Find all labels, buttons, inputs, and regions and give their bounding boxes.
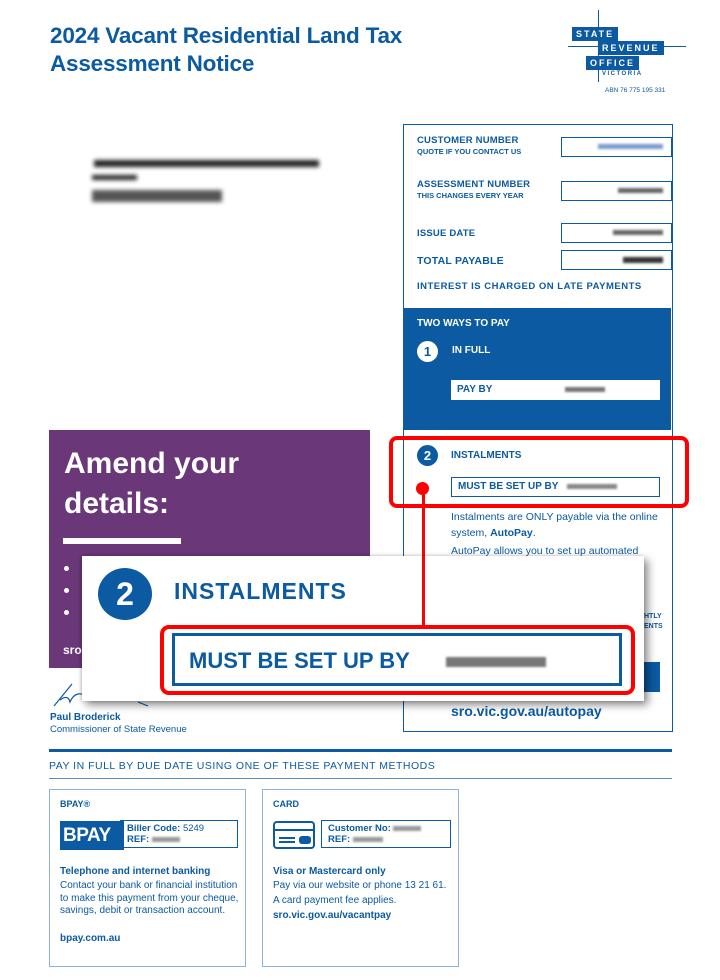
autopay-term: AutoPay	[490, 527, 533, 539]
biller-code-label: Biller Code:	[127, 823, 181, 834]
hidden-caps-1: HTLY	[644, 613, 662, 620]
inst-text-end: .	[532, 527, 536, 539]
heading-underline	[49, 778, 672, 779]
pay-by-label: PAY BY	[457, 384, 493, 395]
partially-hidden-note: HTLY ENTS	[644, 612, 663, 632]
instalments-description: Instalments are ONLY payable via the onl…	[451, 509, 666, 559]
title-line-1: 2024 Vacant Residential Land Tax	[50, 23, 403, 48]
callout-instalments-label: INSTALMENTS	[174, 578, 347, 604]
card-fee-note: A card payment fee applies.	[273, 895, 397, 906]
total-payable-value	[561, 250, 672, 270]
bpay-logo-icon: BPAY	[60, 821, 124, 850]
pay-by-box: PAY BY	[451, 380, 660, 400]
option-1-badge: 1	[417, 341, 438, 362]
bpay-reference-box: Biller Code: 5249 REF:	[120, 820, 238, 848]
instalments-zoom-callout: 2 INSTALMENTS MUST BE SET UP BY	[82, 556, 644, 701]
card-method-card: CARD Customer No: REF: Visa or Mastercar…	[262, 789, 459, 967]
card-payment-link[interactable]: sro.vic.gov.au/vacantpay	[273, 910, 391, 921]
bpay-ref-redacted	[151, 836, 180, 842]
bullet-dot	[64, 588, 69, 593]
assessment-number-value	[561, 181, 672, 201]
bpay-method-card: BPAY® BPAY Biller Code: 5249 REF: Teleph…	[49, 789, 246, 967]
hidden-caps-2: ENTS	[644, 623, 663, 630]
bpay-instructions: Contact your bank or financial instituti…	[60, 880, 239, 916]
credit-card-icon	[273, 821, 315, 849]
card-ref-redacted	[352, 836, 383, 842]
callout-connector-dot	[416, 482, 429, 495]
amend-heading-2: details:	[64, 487, 170, 520]
two-ways-to-pay-panel: TWO WAYS TO PAY 1 IN FULL PAY BY	[404, 308, 671, 430]
amend-divider	[63, 538, 181, 544]
recipient-address-redacted	[92, 155, 332, 217]
callout-date-redacted	[445, 657, 546, 668]
commissioner-name: Paul Broderick	[50, 712, 121, 723]
issue-date-value	[561, 223, 672, 243]
biller-code-value: 5249	[182, 823, 205, 834]
pay-by-date-redacted	[565, 386, 605, 392]
amend-heading: Amend your details:	[64, 444, 239, 524]
bullet-dot	[64, 566, 69, 571]
payment-methods-heading: PAY IN FULL BY DUE DATE USING ONE OF THE…	[49, 760, 436, 772]
issue-date-row: ISSUE DATE	[417, 223, 672, 243]
bpay-title: BPAY®	[60, 799, 91, 809]
card-ref-label: REF:	[328, 834, 351, 845]
commissioner-title: Commissioner of State Revenue	[50, 724, 187, 735]
section-divider	[49, 749, 672, 752]
bullet-dot	[64, 610, 69, 615]
logo-state: STATE	[572, 27, 619, 41]
autopay-link[interactable]: sro.vic.gov.au/autopay	[451, 703, 602, 719]
customer-no-label: Customer No:	[328, 823, 391, 834]
customer-no-redacted	[393, 825, 422, 831]
assessment-number-row: ASSESSMENT NUMBER THIS CHANGES EVERY YEA…	[417, 179, 672, 201]
callout-option-2-badge: 2	[98, 568, 152, 620]
card-reference-box: Customer No: REF:	[321, 820, 451, 848]
callout-must-set-up-label: MUST BE SET UP BY	[189, 648, 410, 673]
abn-number: ABN 76 775 195 331	[605, 87, 666, 94]
callout-connector-line-inner	[422, 556, 425, 628]
late-interest-note: INTEREST IS CHARGED ON LATE PAYMENTS	[417, 281, 642, 292]
customer-number-value	[561, 137, 672, 157]
card-title: CARD	[273, 799, 299, 809]
amend-heading-1: Amend your	[64, 447, 240, 480]
two-ways-heading: TWO WAYS TO PAY	[417, 318, 510, 329]
sro-logo: STATE REVENUE OFFICE VICTORIA ABN 76 775…	[568, 10, 688, 100]
autopay-button-partial[interactable]	[644, 662, 660, 692]
title-line-2: Assessment Notice	[50, 51, 255, 76]
notice-title: 2024 Vacant Residential Land Tax Assessm…	[50, 22, 402, 78]
customer-number-row: CUSTOMER NUMBER QUOTE IF YOU CONTACT US	[417, 135, 672, 157]
logo-victoria: VICTORIA	[602, 71, 643, 77]
in-full-label: IN FULL	[452, 345, 491, 356]
callout-must-set-up-box: MUST BE SET UP BY	[172, 633, 622, 686]
highlight-box-instalments	[389, 436, 689, 508]
bpay-link[interactable]: bpay.com.au	[60, 933, 120, 944]
card-instructions: Pay via our website or phone 13 21 61.	[273, 880, 447, 891]
logo-revenue: REVENUE	[598, 41, 664, 55]
bpay-ref-label: REF:	[127, 834, 150, 845]
inst-text: Instalments are ONLY payable via the onl…	[451, 511, 658, 539]
total-payable-row: TOTAL PAYABLE	[417, 250, 672, 270]
card-heading: Visa or Mastercard only	[273, 866, 386, 877]
logo-office: OFFICE	[586, 56, 639, 70]
bpay-heading: Telephone and internet banking	[60, 866, 211, 877]
amend-link[interactable]: sro	[63, 643, 82, 657]
